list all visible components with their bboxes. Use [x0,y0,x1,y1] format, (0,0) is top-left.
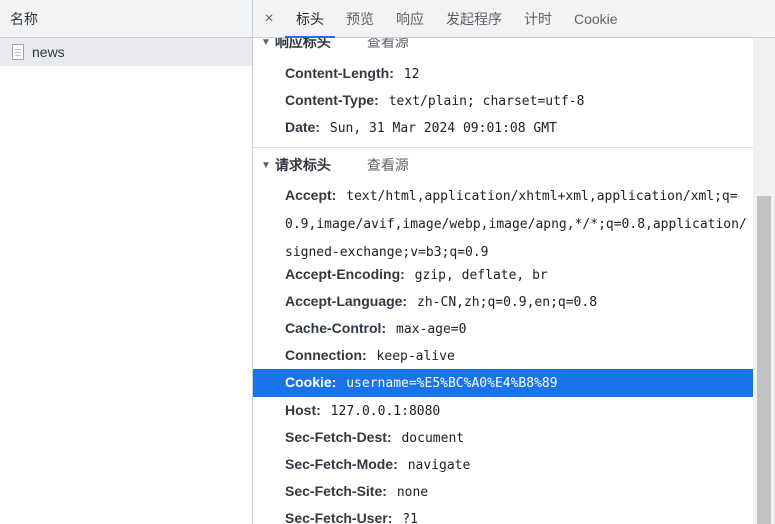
name-column-header[interactable]: 名称 [0,0,252,38]
header-value: gzip, deflate, br [414,268,548,283]
header-value: document [401,431,465,446]
header-row[interactable]: Content-Length: 12 [253,60,753,88]
response-headers-section-header[interactable]: ▼ 响应标头 查看源 [253,38,753,52]
close-icon[interactable]: × [253,0,285,37]
header-row[interactable]: Content-Type: text/plain; charset=utf-8 [253,87,753,115]
scrollbar-thumb[interactable] [757,196,771,524]
header-row[interactable]: Sec-Fetch-Dest: document [253,424,753,452]
header-key: Sec-Fetch-Mode: [285,456,398,472]
response-headers-title: 响应标头 [274,38,331,50]
collapse-triangle-icon: ▼ [261,38,271,48]
headers-content: ▼ 响应标头 查看源 Content-Length: 12 Content-Ty… [253,38,753,524]
request-headers-title: 请求标头 [274,157,331,173]
request-headers-section-header[interactable]: ▼ 请求标头 查看源 [253,155,753,175]
header-value: text/plain; charset=utf-8 [388,94,585,109]
header-value: navigate [407,458,471,473]
header-value: max-age=0 [396,322,467,337]
header-key: Content-Type: [285,92,379,108]
header-value: ?1 [402,512,418,524]
header-key: Connection: [285,347,367,363]
header-row[interactable]: Connection: keep-alive [253,342,753,370]
header-key: Accept: [285,187,337,203]
details-panel: × 标头 预览 响应 发起程序 计时 Cookie ▼ 响应标头 查看源 Con… [253,0,775,524]
header-key: Cache-Control: [285,320,387,336]
header-key: Date: [285,119,321,135]
header-key: Content-Length: [285,65,394,81]
header-row[interactable]: Host: 127.0.0.1:8080 [253,397,753,425]
request-item-news[interactable]: news [0,38,252,66]
header-row[interactable]: Sec-Fetch-User: ?1 [253,505,753,524]
header-row[interactable]: Sec-Fetch-Mode: navigate [253,451,753,479]
details-tab-bar: × 标头 预览 响应 发起程序 计时 Cookie [253,0,775,38]
header-value: 12 [403,67,420,82]
header-key: Accept-Encoding: [285,266,405,282]
header-value: text/html,application/xhtml+xml,applicat… [285,189,747,260]
header-value: username=%E5%BC%A0%E4%B8%89 [346,376,558,391]
header-value: none [396,485,429,500]
header-key: Sec-Fetch-Site: [285,483,387,499]
header-row[interactable]: Date: Sun, 31 Mar 2024 09:01:08 GMT [253,114,753,142]
header-value: zh-CN,zh;q=0.9,en;q=0.8 [417,295,598,310]
header-row[interactable]: Sec-Fetch-Site: none [253,478,753,506]
view-source-link[interactable]: 查看源 [367,155,409,175]
tab-initiator[interactable]: 发起程序 [435,0,513,37]
tab-headers[interactable]: 标头 [285,0,335,38]
request-list-panel: 名称 news [0,0,253,524]
tab-cookie[interactable]: Cookie [563,0,629,37]
tab-response[interactable]: 响应 [385,0,435,37]
header-row[interactable]: Accept-Language: zh-CN,zh;q=0.9,en;q=0.8 [253,288,753,316]
view-source-link[interactable]: 查看源 [367,38,409,52]
header-value: Sun, 31 Mar 2024 09:01:08 GMT [329,121,557,136]
header-row[interactable]: Accept-Encoding: gzip, deflate, br [253,261,753,289]
document-icon [12,44,24,60]
header-key: Accept-Language: [285,293,408,309]
section-divider [253,147,753,148]
header-value: keep-alive [376,349,455,364]
header-key: Sec-Fetch-User: [285,510,393,524]
tab-timing[interactable]: 计时 [513,0,563,37]
header-key: Host: [285,402,321,418]
header-value: 127.0.0.1:8080 [330,404,441,419]
vertical-scrollbar[interactable] [753,38,775,524]
header-row-selected[interactable]: Cookie: username=%E5%BC%A0%E4%B8%89 [253,369,753,397]
header-row[interactable]: Accept: text/html,application/xhtml+xml,… [253,182,753,266]
request-item-label: news [32,44,65,60]
header-row[interactable]: Cache-Control: max-age=0 [253,315,753,343]
header-key: Cookie: [285,374,337,390]
tab-preview[interactable]: 预览 [335,0,385,37]
collapse-triangle-icon: ▼ [261,159,271,171]
header-key: Sec-Fetch-Dest: [285,429,392,445]
